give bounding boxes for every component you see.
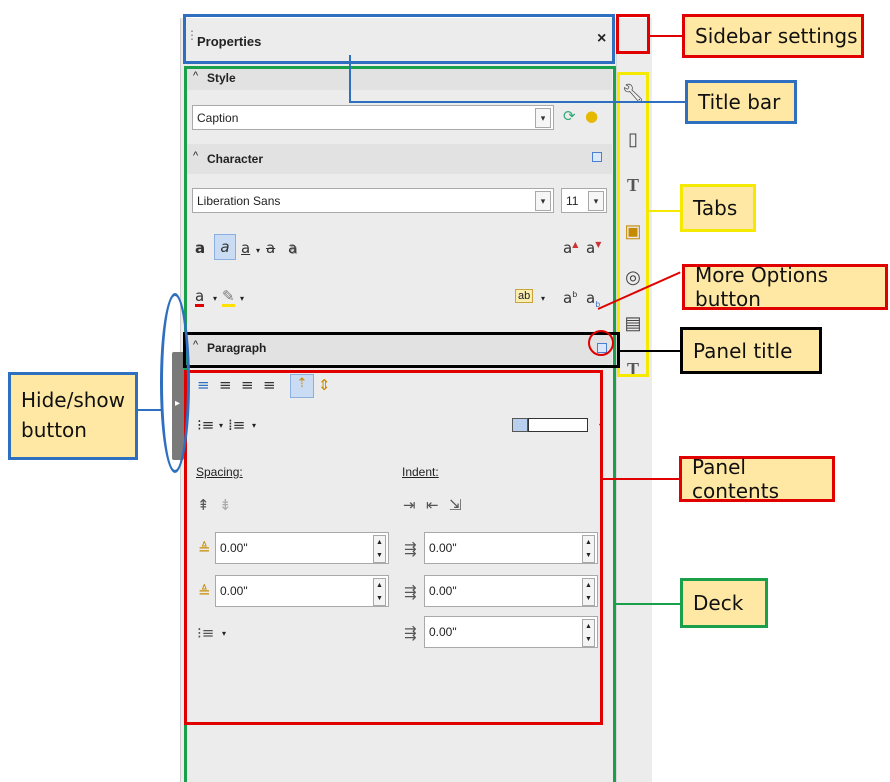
- connector-deck: [616, 603, 680, 605]
- callout-hide-show: Hide/show button: [8, 372, 138, 460]
- callout-panel-title: Panel title: [680, 327, 822, 374]
- callout-deck-text: Deck: [693, 591, 744, 615]
- callout-panel-title-text: Panel title: [693, 338, 793, 363]
- hide-show-highlight: [160, 293, 190, 473]
- sidebar-settings-highlight: [616, 14, 650, 54]
- callout-tabs: Tabs: [680, 184, 756, 232]
- callout-sidebar-settings-text: Sidebar settings: [695, 24, 858, 48]
- callout-panel-contents: Panel contents: [679, 455, 835, 503]
- title-bar-highlight: [183, 14, 615, 64]
- connector-panel-title: [620, 350, 680, 352]
- connector-hide-show: [138, 409, 162, 411]
- callout-more-options-text: More Options button: [695, 263, 829, 311]
- callout-title-bar: Title bar: [685, 80, 797, 124]
- connector-title-bar: [349, 55, 351, 103]
- callout-hide-show-text: Hide/show button: [21, 388, 126, 442]
- connector-panel-contents: [603, 478, 679, 480]
- callout-title-bar-text: Title bar: [698, 90, 781, 114]
- callout-deck: Deck: [680, 578, 768, 628]
- connector-sidebar-settings: [650, 35, 682, 37]
- connector-tabs: [649, 210, 681, 212]
- connector-title-bar-h: [349, 101, 685, 103]
- callout-sidebar-settings: Sidebar settings: [682, 14, 864, 58]
- tabs-highlight: [617, 72, 649, 377]
- callout-tabs-text: Tabs: [693, 196, 738, 220]
- panel-contents-highlight: [184, 370, 603, 725]
- more-options-highlight: [588, 330, 614, 356]
- panel-title-highlight: [183, 332, 620, 368]
- callout-panel-contents-text: Panel contents: [692, 455, 779, 503]
- callout-more-options: More Options button: [682, 263, 888, 311]
